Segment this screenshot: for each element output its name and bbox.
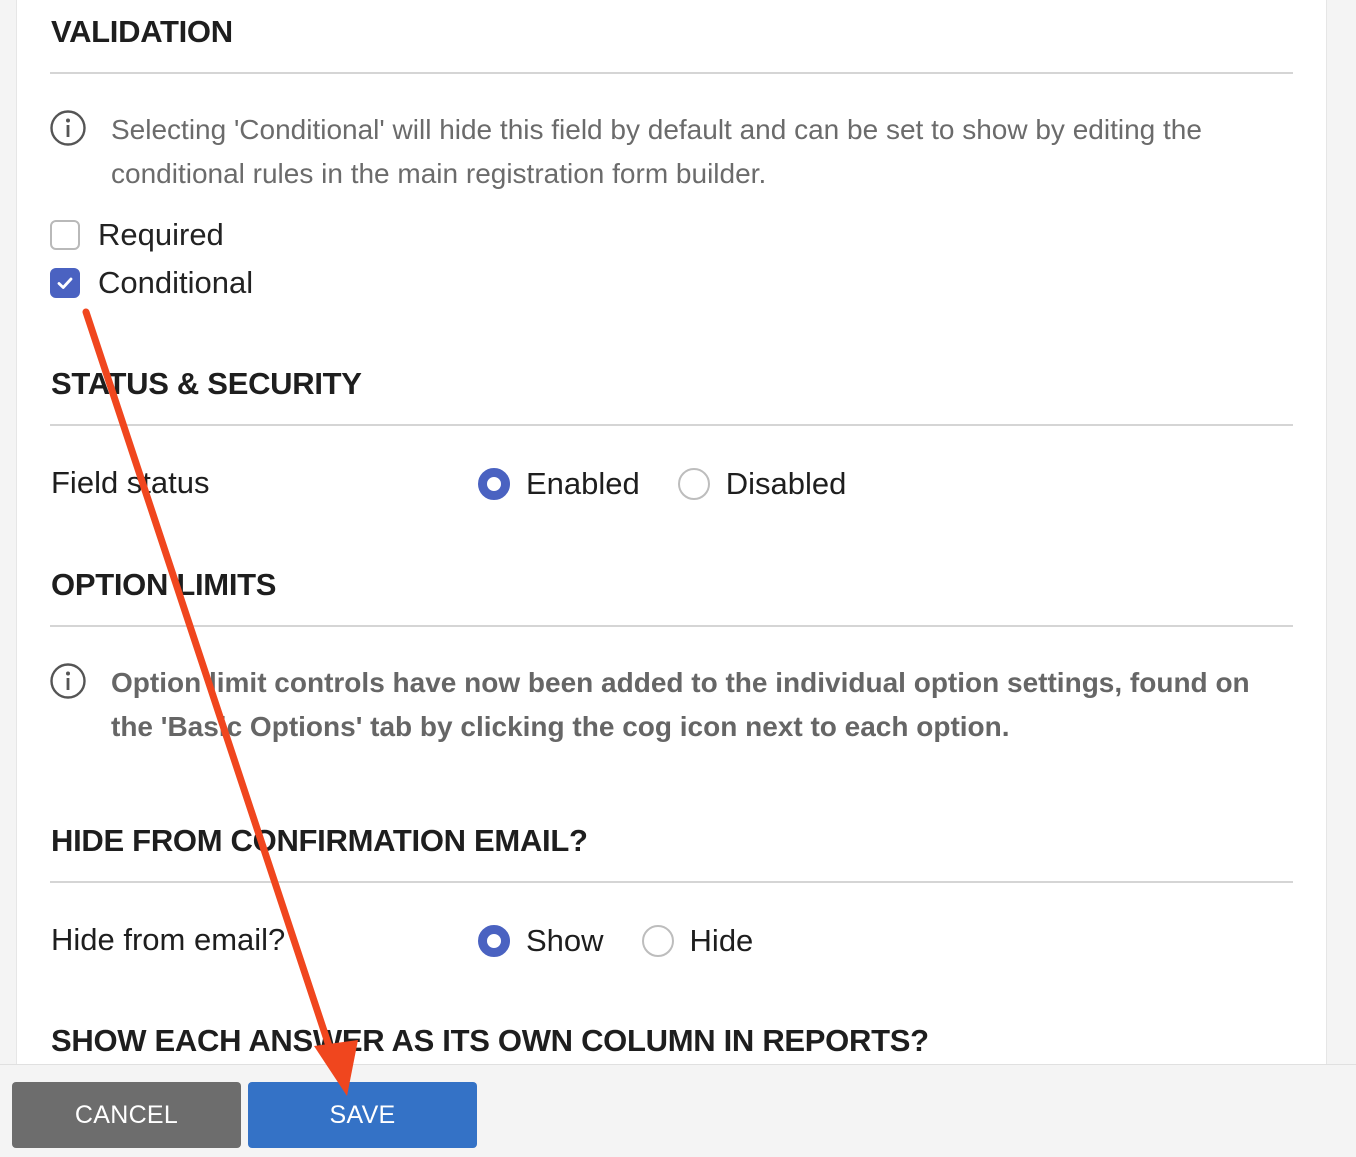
section-title-option-limits: OPTION LIMITS [51, 567, 277, 602]
cancel-button[interactable]: CANCEL [12, 1082, 241, 1148]
info-icon [50, 663, 86, 699]
field-status-label: Field status [51, 465, 210, 500]
hide-from-email-radio-group: Show Hide [478, 921, 791, 961]
save-button[interactable]: SAVE [248, 1082, 477, 1148]
radio-label-enabled: Enabled [526, 466, 640, 501]
divider [50, 72, 1293, 74]
section-title-hide-confirmation: HIDE FROM CONFIRMATION EMAIL? [51, 823, 588, 858]
section-title-show-answer-columns: SHOW EACH ANSWER AS ITS OWN COLUMN IN RE… [51, 1023, 929, 1058]
radio-label-disabled: Disabled [725, 466, 847, 501]
dialog-footer: CANCEL SAVE [0, 1064, 1356, 1157]
info-icon [50, 110, 86, 146]
radio-enabled[interactable] [478, 468, 510, 500]
hide-from-email-label: Hide from email? [51, 922, 286, 957]
option-limits-info-text: Option limit controls have now been adde… [111, 667, 1250, 742]
validation-info-text: Selecting 'Conditional' will hide this f… [111, 114, 1202, 189]
radio-disabled[interactable] [677, 468, 710, 500]
radio-hide[interactable] [641, 925, 674, 957]
radio-option-enabled[interactable]: Enabled [478, 466, 640, 502]
section-title-validation: VALIDATION [51, 14, 233, 49]
field-status-radio-group: Enabled Disabled [478, 464, 884, 504]
check-icon [57, 277, 73, 289]
radio-option-disabled[interactable]: Disabled [677, 466, 847, 502]
radio-option-hide[interactable]: Hide [641, 923, 754, 959]
required-checkbox[interactable] [50, 220, 80, 250]
radio-label-show: Show [526, 923, 604, 958]
required-label: Required [98, 217, 224, 252]
radio-show[interactable] [478, 925, 510, 957]
conditional-checkbox-row[interactable]: Conditional [50, 265, 253, 301]
divider [50, 625, 1293, 627]
section-title-status-security: STATUS & SECURITY [51, 366, 362, 401]
radio-option-show[interactable]: Show [478, 923, 604, 959]
required-checkbox-row[interactable]: Required [50, 217, 224, 253]
conditional-checkbox[interactable] [50, 268, 80, 298]
conditional-label: Conditional [98, 265, 254, 300]
divider [50, 424, 1293, 426]
field-settings-panel: VALIDATION Selecting 'Conditional' will … [16, 0, 1327, 1064]
radio-label-hide: Hide [689, 923, 754, 958]
divider [50, 881, 1293, 883]
